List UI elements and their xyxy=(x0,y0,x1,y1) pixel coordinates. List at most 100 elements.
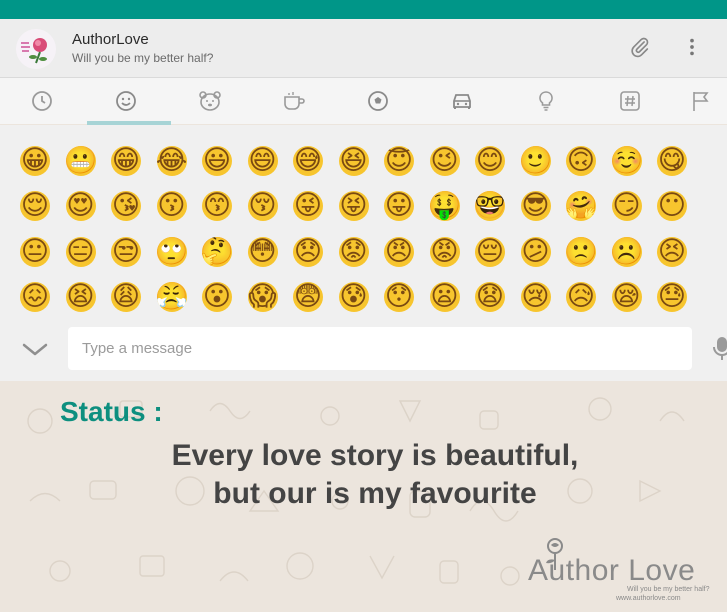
emoji-button[interactable]: 😣 xyxy=(657,229,703,275)
tab-flags[interactable] xyxy=(672,78,727,124)
emoji-glyph: 😔 xyxy=(475,236,505,267)
emoji-button[interactable]: 😯 xyxy=(384,275,430,321)
emoji-button[interactable]: 😙 xyxy=(202,184,248,230)
emoji-button[interactable]: 😇 xyxy=(384,138,430,184)
emoji-button[interactable]: 😱 xyxy=(247,275,294,321)
mic-icon[interactable] xyxy=(712,335,727,361)
emoji-glyph: 😑 xyxy=(65,236,96,267)
emoji-glyph: 😬 xyxy=(65,145,96,176)
emoji-button[interactable]: 😝 xyxy=(338,184,385,230)
emoji-button[interactable]: 😏 xyxy=(611,184,658,230)
emoji-glyph: 😀 xyxy=(20,145,50,176)
emoji-button[interactable]: 😀 xyxy=(20,138,66,184)
tab-food[interactable] xyxy=(252,78,336,124)
emoji-button[interactable]: 😋 xyxy=(657,138,703,184)
emoji-button[interactable]: 😃 xyxy=(202,138,248,184)
emoji-button[interactable]: 😢 xyxy=(520,275,567,321)
tab-activity[interactable] xyxy=(336,78,420,124)
emoji-glyph: 😐 xyxy=(20,236,50,267)
tab-objects[interactable] xyxy=(504,78,588,124)
emoji-glyph: 😒 xyxy=(111,236,141,267)
emoji-button[interactable]: 😩 xyxy=(111,275,157,321)
emoji-button[interactable]: 😠 xyxy=(384,229,430,275)
emoji-button[interactable]: 🙃 xyxy=(566,138,612,184)
emoji-button[interactable]: 😦 xyxy=(429,275,476,321)
emoji-glyph: 😦 xyxy=(429,282,460,313)
emoji-button[interactable]: ☺️ xyxy=(611,138,658,184)
emoji-button[interactable]: 😔 xyxy=(475,229,521,275)
emoji-panel: 😀 😬 😁 😂 😃 😄 😅 😆 😇 😉 😊 🙂 🙃 ☺️ 😋 😌 😍 😘 😗 😙 😚 😜 😝 😛 🤑 🤓 😎 🤗 😏 😶 😐 😑 😒 🙄 🤔 😳 😞 😟 😠… xyxy=(0,125,727,317)
tab-smileys[interactable] xyxy=(84,78,171,125)
emoji-button[interactable]: 😧 xyxy=(475,275,521,321)
more-vert-icon[interactable] xyxy=(680,35,704,59)
emoji-button[interactable]: 🙁 xyxy=(566,229,612,275)
emoji-button[interactable]: 🙂 xyxy=(520,138,567,184)
emoji-button[interactable]: 😅 xyxy=(293,138,339,184)
tab-travel[interactable] xyxy=(420,78,504,124)
emoji-button[interactable]: 😮 xyxy=(202,275,248,321)
message-input[interactable] xyxy=(68,327,668,370)
chat-subtitle: Will you be my better half? xyxy=(72,51,214,65)
emoji-button[interactable]: 😞 xyxy=(293,229,339,275)
status-line-2: but our is my favourite xyxy=(213,477,537,510)
emoji-button[interactable]: 🤓 xyxy=(475,184,521,230)
emoji-button[interactable]: 😪 xyxy=(611,275,658,321)
emoji-button[interactable]: 😂 xyxy=(156,138,203,184)
emoji-glyph: 😥 xyxy=(566,282,596,313)
emoji-button[interactable]: 😍 xyxy=(65,184,112,230)
tab-symbols[interactable] xyxy=(588,78,672,124)
chevron-down-icon[interactable] xyxy=(20,337,50,361)
emoji-button[interactable]: 😗 xyxy=(156,184,203,230)
paperclip-icon[interactable] xyxy=(628,35,652,59)
emoji-glyph: 😋 xyxy=(657,145,687,176)
emoji-button[interactable]: 😎 xyxy=(520,184,567,230)
emoji-button[interactable]: 😉 xyxy=(429,138,476,184)
emoji-button[interactable]: 🤗 xyxy=(566,184,612,230)
emoji-glyph: 😨 xyxy=(293,282,323,313)
emoji-button[interactable]: 🤔 xyxy=(202,229,248,275)
avatar[interactable] xyxy=(16,29,56,69)
emoji-button[interactable]: 😚 xyxy=(247,184,294,230)
emoji-button[interactable]: 😊 xyxy=(475,138,521,184)
emoji-button[interactable]: 😨 xyxy=(293,275,339,321)
emoji-button[interactable]: 😬 xyxy=(65,138,112,184)
emoji-button[interactable]: 😛 xyxy=(384,184,430,230)
travel-car-icon xyxy=(453,94,471,109)
emoji-glyph: 🤑 xyxy=(429,191,460,222)
emoji-button[interactable]: 😕 xyxy=(520,229,567,275)
objects-bulb-icon xyxy=(539,91,553,111)
emoji-button[interactable]: 😤 xyxy=(156,275,203,321)
emoji-button[interactable]: 😡 xyxy=(429,229,476,275)
tab-recent[interactable] xyxy=(0,78,84,124)
emoji-button[interactable]: 😆 xyxy=(338,138,385,184)
emoji-button[interactable]: 😳 xyxy=(247,229,294,275)
emoji-button[interactable]: 😁 xyxy=(111,138,157,184)
emoji-button[interactable]: 🤑 xyxy=(429,184,476,230)
emoji-button[interactable]: 😖 xyxy=(20,275,66,321)
emoji-button[interactable]: 😥 xyxy=(566,275,612,321)
emoji-button[interactable]: 😓 xyxy=(657,275,703,321)
emoji-button[interactable]: 😑 xyxy=(65,229,112,275)
emoji-button[interactable]: 😄 xyxy=(247,138,294,184)
emoji-button[interactable]: 😟 xyxy=(338,229,385,275)
emoji-button[interactable]: ☹️ xyxy=(611,229,658,275)
tab-animals[interactable] xyxy=(168,78,252,124)
emoji-button[interactable]: 😘 xyxy=(111,184,157,230)
emoji-glyph: 😜 xyxy=(293,191,323,222)
emoji-glyph: 😰 xyxy=(338,282,369,313)
emoji-glyph: 😯 xyxy=(384,282,414,313)
emoji-grid: 😀 😬 😁 😂 😃 😄 😅 😆 😇 😉 😊 🙂 🙃 ☺️ 😋 😌 😍 😘 😗 😙 😚 😜 😝 😛 🤑 🤓 😎 🤗 😏 😶 😐 😑 😒 🙄 🤔 😳 😞 😟 😠… xyxy=(20,138,703,320)
brand-url: www.authorlove.com xyxy=(616,595,681,602)
emoji-button[interactable]: 😐 xyxy=(20,229,66,275)
emoji-glyph: 🙄 xyxy=(156,236,187,267)
emoji-button[interactable]: 🙄 xyxy=(156,229,203,275)
emoji-button[interactable]: 😶 xyxy=(657,184,703,230)
emoji-button[interactable]: 😰 xyxy=(338,275,385,321)
emoji-glyph: 🤓 xyxy=(475,191,505,222)
emoji-button[interactable]: 😌 xyxy=(20,184,66,230)
emoji-button[interactable]: 😜 xyxy=(293,184,339,230)
emoji-glyph: 😁 xyxy=(111,145,141,176)
emoji-button[interactable]: 😫 xyxy=(65,275,112,321)
emoji-button[interactable]: 😒 xyxy=(111,229,157,275)
window-top-bar xyxy=(0,0,727,19)
